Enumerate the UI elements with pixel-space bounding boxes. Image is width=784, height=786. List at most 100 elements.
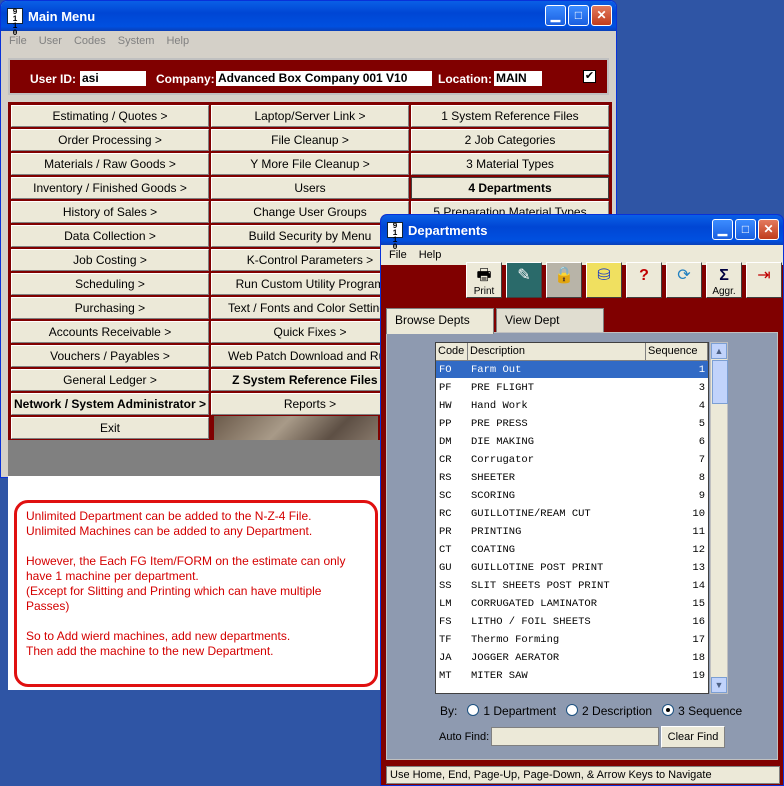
maximize-button[interactable]: □ [568, 5, 589, 26]
menu-help[interactable]: Help [166, 35, 189, 47]
description-cell: LITHO / FOIL SHEETS [471, 616, 591, 628]
sequence-cell: 6 [698, 436, 705, 448]
table-row[interactable]: GU GUILLOTINE POST PRINT 13 [436, 559, 708, 577]
by-label: By: [440, 704, 458, 718]
table-row[interactable]: CT COATING 12 [436, 541, 708, 559]
clear-find-button[interactable]: Clear Find [661, 726, 725, 748]
close-button[interactable]: ✕ [591, 5, 612, 26]
data-collection-button[interactable]: Data Collection > [11, 225, 209, 247]
job-costing-button[interactable]: Job Costing > [11, 249, 209, 271]
help-tool-button[interactable]: ? [626, 262, 662, 298]
description-cell: PRE FLIGHT [471, 382, 535, 394]
general-ledger-button[interactable]: General Ledger > [11, 369, 209, 391]
minimize-button[interactable]: ▁ [545, 5, 566, 26]
refresh-tool-button[interactable]: ⟳ [666, 262, 702, 298]
option-checkbox[interactable]: ✔ [583, 70, 596, 83]
aggregate-tool-button[interactable]: Σ Aggr. [706, 262, 742, 298]
estimating-quotes-button[interactable]: Estimating / Quotes > [11, 105, 209, 127]
window-title: Departments [408, 222, 488, 238]
sequence-cell: 8 [698, 472, 705, 484]
main-menubar: File User Codes System Help [1, 31, 616, 50]
minimize-button[interactable]: ▁ [712, 219, 733, 240]
history-of-sales-button[interactable]: History of Sales > [11, 201, 209, 223]
sort-radio-department[interactable] [467, 704, 480, 716]
print-tool-button[interactable]: 🖶 Print [466, 262, 502, 298]
table-row[interactable]: SC SCORING 9 [436, 487, 708, 505]
departments-button[interactable]: 4 Departments [411, 177, 609, 199]
job-categories-button[interactable]: 2 Job Categories [411, 129, 609, 151]
table-row[interactable]: LM CORRUGATED LAMINATOR 15 [436, 595, 708, 613]
table-row[interactable]: RS SHEETER 8 [436, 469, 708, 487]
table-row[interactable]: PF PRE FLIGHT 3 [436, 379, 708, 397]
table-row[interactable]: JA JOGGER AERATOR 18 [436, 649, 708, 667]
purchasing-button[interactable]: Purchasing > [11, 297, 209, 319]
table-row[interactable]: PP PRE PRESS 5 [436, 415, 708, 433]
column-sequence[interactable]: Sequence [646, 343, 708, 361]
menu-codes[interactable]: Codes [74, 35, 106, 47]
table-row[interactable]: TF Thermo Forming 17 [436, 631, 708, 649]
code-cell: CR [439, 454, 452, 466]
scheduling-button[interactable]: Scheduling > [11, 273, 209, 295]
users-button[interactable]: Users [211, 177, 409, 199]
lock-tool-button[interactable]: 🔒 [546, 262, 582, 298]
user-info-bar: User ID: asi Company: Advanced Box Compa… [8, 58, 609, 95]
table-row[interactable]: PR PRINTING 11 [436, 523, 708, 541]
sort-radio-description[interactable] [566, 704, 579, 716]
table-scrollbar[interactable]: ▲ ▼ [710, 342, 728, 694]
note-line: Then add the machine to the new Departme… [26, 644, 274, 658]
description-cell: SLIT SHEETS POST PRINT [471, 580, 610, 592]
table-row[interactable]: RC GUILLOTINE/REAM CUT 10 [436, 505, 708, 523]
code-cell: RC [439, 508, 452, 520]
scroll-thumb[interactable] [712, 360, 728, 404]
database-tool-button[interactable]: ⛁ [586, 262, 622, 298]
sequence-cell: 16 [692, 616, 705, 628]
description-cell: GUILLOTINE POST PRINT [471, 562, 604, 574]
column-code[interactable]: Code [436, 343, 468, 361]
code-cell: MT [439, 670, 452, 682]
table-row[interactable]: FS LITHO / FOIL SHEETS 16 [436, 613, 708, 631]
note-line: However, the Each FG Item/FORM on the es… [26, 554, 346, 583]
main-menu-titlebar[interactable]: 9 11 0 Main Menu ▁ □ ✕ [1, 1, 616, 38]
exit-tool-button[interactable]: ⇥ [746, 262, 782, 298]
table-row[interactable]: MT MITER SAW 19 [436, 667, 708, 685]
tool-label: Print [473, 286, 495, 297]
menu-file[interactable]: File [9, 35, 27, 47]
menu-user[interactable]: User [39, 35, 62, 47]
table-row[interactable]: HW Hand Work 4 [436, 397, 708, 415]
more-file-cleanup-button[interactable]: Y More File Cleanup > [211, 153, 409, 175]
tab-view-dept[interactable]: View Dept [496, 308, 604, 332]
table-row[interactable]: SS SLIT SHEETS POST PRINT 14 [436, 577, 708, 595]
edit-tool-button[interactable]: ✎ [506, 262, 542, 298]
description-cell: Corrugator [471, 454, 535, 466]
vouchers-payables-button[interactable]: Vouchers / Payables > [11, 345, 209, 367]
sort-radio-sequence[interactable] [662, 704, 675, 716]
code-cell: RS [439, 472, 452, 484]
order-processing-button[interactable]: Order Processing > [11, 129, 209, 151]
auto-find-input[interactable] [491, 727, 659, 746]
refresh-icon: ⟳ [677, 267, 691, 284]
accounts-receivable-button[interactable]: Accounts Receivable > [11, 321, 209, 343]
network-system-admin-button[interactable]: Network / System Administrator > [11, 393, 209, 415]
table-row[interactable]: FO Farm Out 1 [436, 361, 708, 379]
exit-button[interactable]: Exit [11, 417, 210, 439]
laptop-server-link-button[interactable]: Laptop/Server Link > [211, 105, 409, 127]
close-button[interactable]: ✕ [758, 219, 779, 240]
table-row[interactable]: CR Corrugator 7 [436, 451, 708, 469]
menu-system[interactable]: System [118, 35, 155, 47]
description-cell: Farm Out [471, 364, 522, 376]
scroll-up-icon[interactable]: ▲ [711, 343, 727, 359]
inventory-finished-goods-button[interactable]: Inventory / Finished Goods > [11, 177, 209, 199]
departments-titlebar[interactable]: 9 11 0 Departments ▁ □ ✕ [381, 215, 783, 252]
menu-file[interactable]: File [389, 249, 407, 261]
scroll-down-icon[interactable]: ▼ [711, 677, 727, 693]
tab-browse-depts[interactable]: Browse Depts [386, 308, 494, 334]
menu-help[interactable]: Help [419, 249, 442, 261]
material-types-button[interactable]: 3 Material Types [411, 153, 609, 175]
table-row[interactable]: DM DIE MAKING 6 [436, 433, 708, 451]
file-cleanup-button[interactable]: File Cleanup > [211, 129, 409, 151]
company-field: Advanced Box Company 001 V10 [216, 71, 432, 86]
column-description[interactable]: Description [468, 343, 646, 361]
maximize-button[interactable]: □ [735, 219, 756, 240]
system-reference-files-button[interactable]: 1 System Reference Files [411, 105, 609, 127]
materials-raw-goods-button[interactable]: Materials / Raw Goods > [11, 153, 209, 175]
